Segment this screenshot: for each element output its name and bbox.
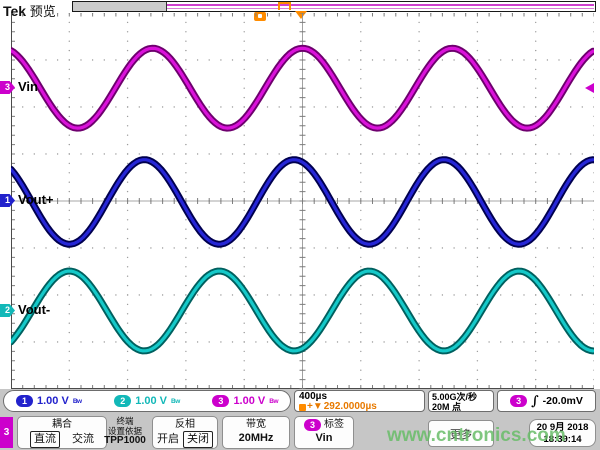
channel-3-readout: 3 1.00 V Bw: [212, 395, 278, 407]
menu-termination: 终端 设置依据 TPP1000: [99, 416, 151, 446]
acquisition-readout: 5.00G次/秒 20M 点: [428, 390, 494, 412]
record-waveform-preview-2: [167, 8, 594, 9]
label-value: Vin: [295, 431, 353, 445]
invert-off-option[interactable]: 关闭: [183, 431, 213, 448]
channel-3-scale: 1.00 V: [233, 395, 265, 407]
waveform-graticule: [11, 13, 594, 389]
menu-coupling[interactable]: 耦合 直流 交流: [17, 416, 107, 449]
watermark: www.cntronics.com: [387, 425, 566, 447]
channel-1-scale: 1.00 V: [37, 395, 69, 407]
trigger-source-badge: 3: [510, 395, 527, 407]
menu-channel-tab: 3: [0, 417, 13, 448]
trigger-delay-prefix-icon: +▼: [307, 402, 323, 412]
trigger-delay-icon: [299, 404, 306, 411]
channel-1-readout: 1 1.00 V Bw: [16, 395, 82, 407]
coupling-title: 耦合: [18, 418, 106, 431]
invert-title: 反相: [153, 418, 217, 431]
bandwidth-limit-icon: Bw: [269, 398, 278, 405]
menu-label[interactable]: 3 标签 Vin: [294, 416, 354, 449]
oscilloscope-screen: Tek 预览 3 1 2 Vin Vout+ Vout- 1 1.00 V Bw…: [0, 0, 600, 450]
coupling-ac-option[interactable]: 交流: [72, 432, 94, 447]
trigger-level-arrow[interactable]: [585, 83, 594, 93]
label-channel-badge: 3: [304, 419, 321, 431]
bandwidth-value: 20MHz: [223, 431, 289, 445]
channel-1-badge: 1: [16, 395, 33, 407]
record-view-bar: [72, 1, 596, 12]
waveform-label-vin: Vin: [18, 79, 38, 94]
bandwidth-limit-icon: Bw: [171, 398, 180, 405]
termination-line1: 终端: [99, 416, 151, 426]
bandwidth-limit-icon: Bw: [73, 398, 82, 405]
termination-probe: TPP1000: [99, 436, 151, 446]
channel-2-readout: 2 1.00 V Bw: [114, 395, 180, 407]
horizontal-readout: 400µs +▼ 292.0000µs: [294, 390, 425, 412]
label-title: 标签: [324, 418, 344, 431]
bandwidth-title: 带宽: [223, 418, 289, 431]
record-waveform-preview: [167, 4, 594, 6]
coupling-dc-option[interactable]: 直流: [30, 431, 60, 448]
record-offscreen-segment: [73, 2, 167, 11]
waveform-label-voutminus: Vout-: [18, 302, 50, 317]
invert-on-option[interactable]: 开启: [157, 432, 179, 447]
trigger-slope-icon: ∫: [531, 394, 539, 409]
menu-bandwidth[interactable]: 带宽 20MHz: [222, 416, 290, 449]
channel-2-scale: 1.00 V: [135, 395, 167, 407]
menu-invert[interactable]: 反相 开启 关闭: [152, 416, 218, 449]
trigger-readout: 3 ∫ -20.0mV: [497, 390, 596, 412]
channel-2-badge: 2: [114, 395, 131, 407]
record-length: 20M 点: [432, 402, 493, 412]
trigger-delay-value: 292.0000µs: [324, 402, 377, 412]
vertical-scale-readout: 1 1.00 V Bw 2 1.00 V Bw 3 1.00 V Bw: [3, 390, 291, 412]
trigger-level-value: -20.0mV: [543, 395, 583, 407]
sample-rate: 5.00G次/秒: [432, 392, 493, 402]
trigger-delay-readout: +▼ 292.0000µs: [299, 402, 424, 412]
zoom-region-icon: [278, 2, 291, 10]
waveform-label-voutplus: Vout+: [18, 192, 54, 207]
channel-3-badge: 3: [212, 395, 229, 407]
